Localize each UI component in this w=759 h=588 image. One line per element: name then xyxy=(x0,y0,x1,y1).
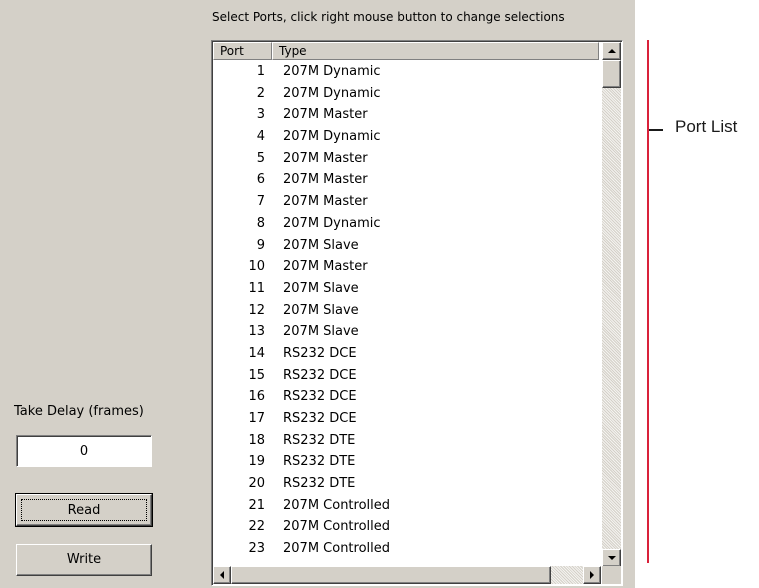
list-header: Port Type xyxy=(213,42,599,60)
port-type: 207M Slave xyxy=(283,280,359,296)
port-type: 207M Slave xyxy=(283,302,359,318)
list-item[interactable]: 5 207M Master xyxy=(213,148,599,170)
annotation-tick xyxy=(649,129,663,131)
port-number: 19 xyxy=(248,454,265,470)
list-item[interactable]: 19 RS232 DTE xyxy=(213,451,599,473)
port-type: 207M Master xyxy=(283,172,368,188)
port-number: 7 xyxy=(256,194,265,210)
port-number: 14 xyxy=(248,345,265,361)
port-type: 207M Dynamic xyxy=(283,85,381,101)
list-item[interactable]: 18 RS232 DTE xyxy=(213,430,599,452)
port-number: 21 xyxy=(248,497,265,513)
arrow-down-icon xyxy=(608,556,616,560)
read-button-label: Read xyxy=(21,499,147,521)
port-number: 4 xyxy=(256,129,265,145)
vertical-scrollbar[interactable] xyxy=(602,42,621,567)
scroll-down-button[interactable] xyxy=(602,549,621,567)
port-type: 207M Dynamic xyxy=(283,64,381,79)
list-item[interactable]: 3 207M Master xyxy=(213,104,599,126)
take-delay-label: Take Delay (frames) xyxy=(14,404,144,419)
annotation-label: Port List xyxy=(675,117,738,136)
list-item[interactable]: 11 207M Slave xyxy=(213,278,599,300)
scrollbar-corner xyxy=(602,566,621,584)
list-item[interactable]: 10 207M Master xyxy=(213,256,599,278)
port-list[interactable]: Port Type 1 207M Dynamic 2 207M Dynamic 3 207… xyxy=(211,40,623,586)
port-number: 18 xyxy=(248,432,265,448)
read-button[interactable]: Read xyxy=(15,493,153,527)
port-type: RS232 DTE xyxy=(283,476,356,492)
port-number: 1 xyxy=(256,64,265,79)
list-item[interactable]: 15 RS232 DCE xyxy=(213,365,599,387)
port-type: RS232 DCE xyxy=(283,345,357,361)
write-button[interactable]: Write xyxy=(16,544,152,576)
list-item[interactable]: 14 RS232 DCE xyxy=(213,343,599,365)
list-item[interactable]: 22 207M Controlled xyxy=(213,516,599,538)
port-number: 20 xyxy=(248,476,265,492)
scroll-left-button[interactable] xyxy=(213,566,231,584)
column-header-port[interactable]: Port xyxy=(213,42,272,60)
scroll-right-button[interactable] xyxy=(583,566,601,584)
list-rows: 1 207M Dynamic 2 207M Dynamic 3 207M Master 4 2… xyxy=(213,61,599,567)
port-number: 10 xyxy=(248,259,265,275)
port-type: 207M Controlled xyxy=(283,541,391,557)
list-item[interactable]: 8 207M Dynamic xyxy=(213,213,599,235)
list-item[interactable]: 23 207M Controlled xyxy=(213,538,599,560)
port-number: 22 xyxy=(248,519,265,535)
list-item[interactable]: 1 207M Dynamic xyxy=(213,61,599,83)
port-type: RS232 DCE xyxy=(283,367,357,383)
port-number: 5 xyxy=(256,150,265,166)
horizontal-scroll-thumb[interactable] xyxy=(231,566,551,584)
port-type: RS232 DCE xyxy=(283,411,357,426)
port-number: 11 xyxy=(248,280,265,296)
port-type: 207M Master xyxy=(283,107,368,123)
list-item[interactable]: 4 207M Dynamic xyxy=(213,126,599,148)
list-item[interactable]: 12 207M Slave xyxy=(213,300,599,322)
list-item[interactable]: 6 207M Master xyxy=(213,169,599,191)
arrow-right-icon xyxy=(590,571,594,579)
port-type: 207M Master xyxy=(283,194,368,210)
annotation-bracket-line xyxy=(647,40,649,563)
port-type: RS232 DTE xyxy=(283,454,356,470)
column-header-type[interactable]: Type xyxy=(272,42,599,60)
list-item[interactable]: 2 207M Dynamic xyxy=(213,83,599,105)
port-type: 207M Dynamic xyxy=(283,215,381,231)
port-number: 12 xyxy=(248,302,265,318)
port-number: 13 xyxy=(248,324,265,340)
instructions-text: Select Ports, click right mouse button t… xyxy=(212,10,565,24)
port-type: 207M Master xyxy=(283,259,368,275)
horizontal-scrollbar[interactable] xyxy=(213,566,601,584)
port-type: 207M Controlled xyxy=(283,497,391,513)
port-number: 17 xyxy=(248,411,265,426)
list-item[interactable]: 17 RS232 DCE xyxy=(213,408,599,430)
port-type: 207M Slave xyxy=(283,324,359,340)
list-item[interactable]: 9 207M Slave xyxy=(213,235,599,257)
port-number: 16 xyxy=(248,389,265,405)
arrow-left-icon xyxy=(220,571,224,579)
port-number: 6 xyxy=(256,172,265,188)
dialog-panel: Select Ports, click right mouse button t… xyxy=(0,0,635,588)
vertical-scroll-thumb[interactable] xyxy=(602,60,621,88)
port-number: 23 xyxy=(248,541,265,557)
port-type: 207M Controlled xyxy=(283,519,391,535)
scroll-up-button[interactable] xyxy=(602,42,621,60)
port-type: 207M Slave xyxy=(283,237,359,253)
list-item[interactable]: 20 RS232 DTE xyxy=(213,473,599,495)
take-delay-input[interactable] xyxy=(16,435,152,467)
port-type: RS232 DCE xyxy=(283,389,357,405)
port-number: 9 xyxy=(256,237,265,253)
port-number: 15 xyxy=(248,367,265,383)
port-type: RS232 DTE xyxy=(283,432,356,448)
list-item[interactable]: 21 207M Controlled xyxy=(213,495,599,517)
list-item[interactable]: 16 RS232 DCE xyxy=(213,386,599,408)
list-item[interactable]: 7 207M Master xyxy=(213,191,599,213)
port-type: 207M Master xyxy=(283,150,368,166)
port-number: 3 xyxy=(256,107,265,123)
port-type: 207M Dynamic xyxy=(283,129,381,145)
arrow-up-icon xyxy=(608,49,616,53)
port-number: 8 xyxy=(256,215,265,231)
list-item[interactable]: 13 207M Slave xyxy=(213,321,599,343)
port-number: 2 xyxy=(256,85,265,101)
